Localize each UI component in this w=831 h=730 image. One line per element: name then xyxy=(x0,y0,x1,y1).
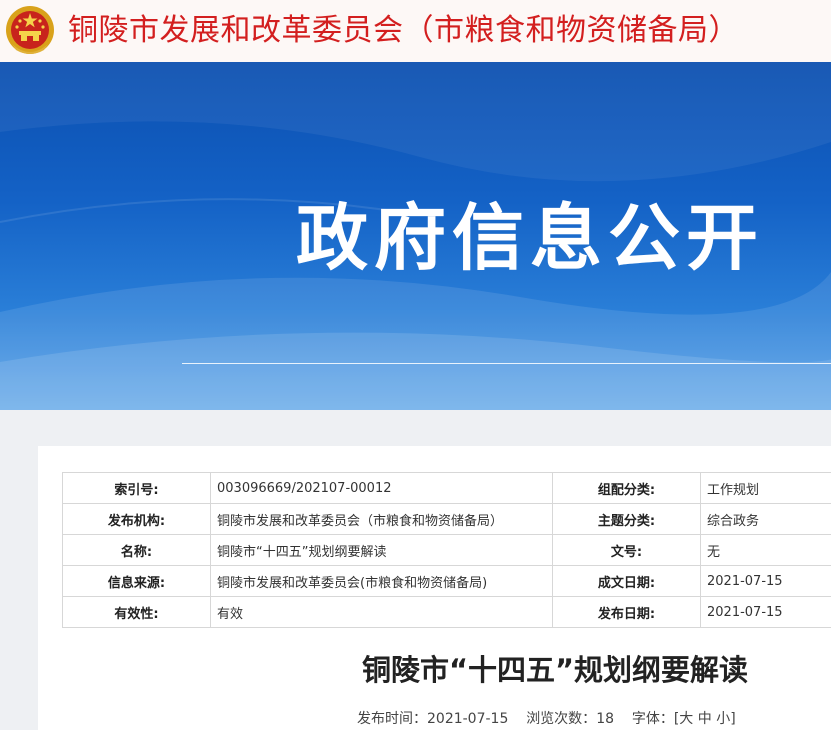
source-label: 信息来源: xyxy=(62,565,211,597)
site-header: 铜陵市发展和改革委员会（市粮食和物资储备局） xyxy=(0,0,831,62)
publish-date-value: 2021-07-15 xyxy=(700,596,831,628)
banner-title: 政府信息公开 xyxy=(296,196,765,280)
font-large-button[interactable]: 大 xyxy=(679,708,693,728)
source-value: 铜陵市发展和改革委员会(市粮食和物资储备局) xyxy=(210,565,553,597)
index-number-label: 索引号: xyxy=(62,472,211,504)
name-label: 名称: xyxy=(62,534,211,566)
table-row: 发布机构: 铜陵市发展和改革委员会（市粮食和物资储备局） 主题分类: 综合政务 xyxy=(62,503,831,535)
category-label: 组配分类: xyxy=(552,472,701,504)
written-date-label: 成文日期: xyxy=(552,565,701,597)
hero-banner: 政府信息公开 xyxy=(0,62,831,410)
view-count-label: 浏览次数： xyxy=(526,711,597,727)
written-date-value: 2021-07-15 xyxy=(700,565,831,597)
font-size-label: 字体： xyxy=(631,711,674,727)
font-bracket-close: ] xyxy=(730,711,736,727)
article-title: 铜陵市“十四五”规划纲要解读 xyxy=(361,653,749,687)
category-value: 工作规划 xyxy=(700,472,831,504)
topic-value: 综合政务 xyxy=(700,503,831,535)
publish-time-label: 发布时间： xyxy=(357,711,427,727)
national-emblem-icon[interactable] xyxy=(4,4,56,58)
view-count-value: 18 xyxy=(596,711,615,727)
font-medium-button[interactable]: 中 xyxy=(698,708,712,728)
doc-number-label: 文号: xyxy=(552,534,701,566)
banner-divider xyxy=(182,363,831,364)
index-number-value: 003096669/202107-00012 xyxy=(210,472,553,504)
table-row: 信息来源: 铜陵市发展和改革委员会(市粮食和物资储备局) 成文日期: 2021-… xyxy=(62,565,831,597)
metadata-table: 索引号: 003096669/202107-00012 组配分类: 工作规划 发… xyxy=(62,472,831,628)
article-meta: 发布时间：2021-07-15 浏览次数：18 字体：[大 中 小] xyxy=(357,708,736,728)
site-title[interactable]: 铜陵市发展和改革委员会（市粮食和物资储备局） xyxy=(68,9,739,53)
table-row: 名称: 铜陵市“十四五”规划纲要解读 文号: 无 xyxy=(62,534,831,566)
publish-time-value: 2021-07-15 xyxy=(427,711,509,727)
name-value: 铜陵市“十四五”规划纲要解读 xyxy=(210,534,553,566)
validity-value: 有效 xyxy=(210,596,553,628)
publisher-label: 发布机构: xyxy=(62,503,211,535)
publish-date-label: 发布日期: xyxy=(552,596,701,628)
table-row: 索引号: 003096669/202107-00012 组配分类: 工作规划 xyxy=(62,472,831,504)
font-small-button[interactable]: 小 xyxy=(716,708,730,728)
publisher-value: 铜陵市发展和改革委员会（市粮食和物资储备局） xyxy=(210,503,553,535)
table-row: 有效性: 有效 发布日期: 2021-07-15 xyxy=(62,596,831,628)
validity-label: 有效性: xyxy=(62,596,211,628)
doc-number-value: 无 xyxy=(700,534,831,566)
topic-label: 主题分类: xyxy=(552,503,701,535)
